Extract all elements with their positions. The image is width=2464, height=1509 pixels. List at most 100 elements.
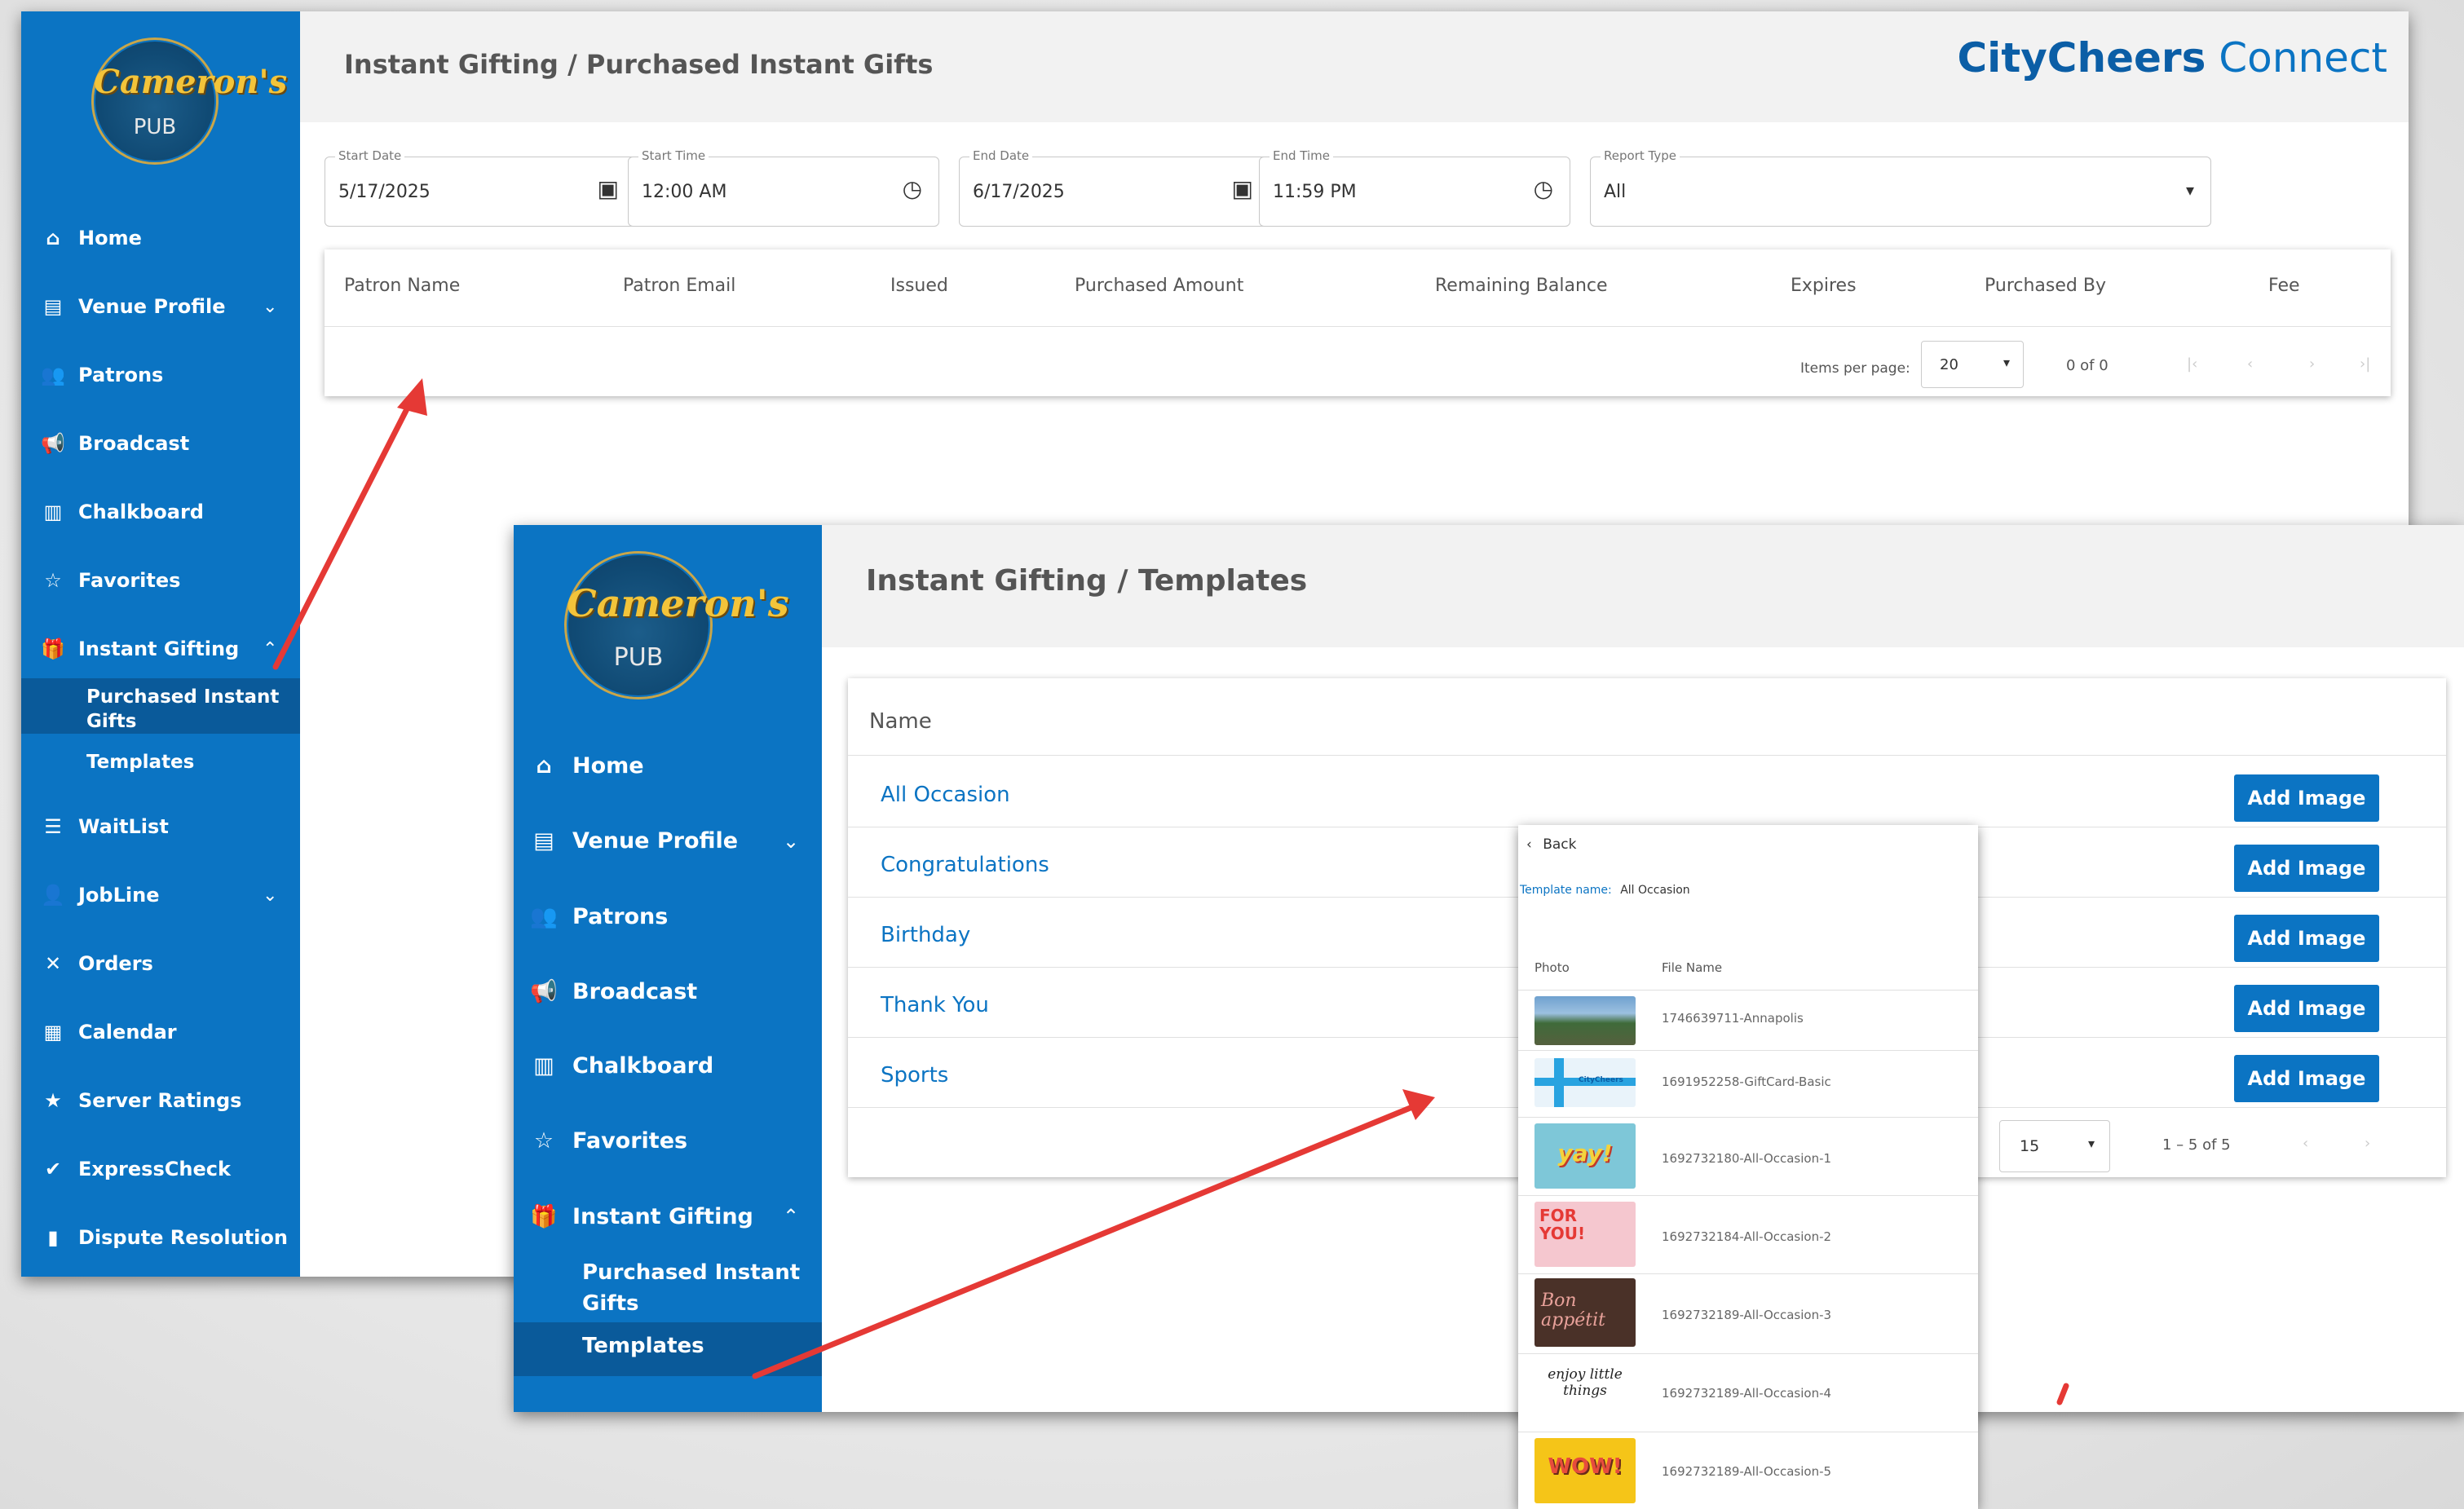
nav-home[interactable]: ⌂ Home bbox=[528, 753, 643, 779]
venue-logo: Cameron's PUB bbox=[564, 551, 789, 699]
items-per-page-select[interactable]: 15 ▾ bbox=[1999, 1120, 2110, 1172]
nav-favorites[interactable]: ☆ Favorites bbox=[528, 1128, 687, 1154]
template-name-link[interactable]: All Occasion bbox=[881, 783, 1010, 807]
back-button[interactable]: ‹ Back bbox=[1526, 836, 1577, 853]
nav-chalkboard[interactable]: ▥ Chalkboard bbox=[39, 501, 204, 523]
nav-purchased-instant-gifts[interactable]: Purchased Instant Gifts bbox=[582, 1257, 810, 1319]
header-bar: Instant Gifting / Templates bbox=[822, 525, 2464, 647]
next-page-icon[interactable]: › bbox=[2309, 355, 2315, 373]
home-icon: ⌂ bbox=[46, 227, 60, 249]
template-name-link[interactable]: Congratulations bbox=[881, 853, 1049, 877]
chevron-left-icon: ‹ bbox=[1526, 836, 1532, 853]
template-images-popup: ‹ Back Template name: All Occasion Photo… bbox=[1518, 825, 1978, 1509]
megaphone-icon: 📢 bbox=[530, 979, 558, 1004]
dropdown-arrow-icon[interactable]: ▾ bbox=[2186, 180, 2194, 200]
nav-instant-gifting[interactable]: 🎁 Instant Gifting bbox=[528, 1203, 753, 1230]
next-page-icon[interactable]: › bbox=[2365, 1135, 2370, 1152]
last-page-icon[interactable]: ›| bbox=[2360, 355, 2370, 373]
thumbnail-image[interactable]: WOW! bbox=[1534, 1438, 1636, 1503]
check-icon: ✔ bbox=[44, 1158, 62, 1180]
nav-calendar[interactable]: ▦ Calendar bbox=[39, 1021, 177, 1044]
divider bbox=[1518, 1117, 1978, 1118]
gift-icon: 🎁 bbox=[41, 638, 65, 660]
start-time-field[interactable]: Start Time 12:00 AM ◷ bbox=[628, 148, 939, 227]
report-type-select[interactable]: Report Type All ▾ bbox=[1590, 148, 2211, 227]
chevron-up-icon[interactable]: ⌃ bbox=[783, 1205, 799, 1228]
prev-page-icon[interactable]: ‹ bbox=[2303, 1135, 2308, 1152]
nav-favorites[interactable]: ☆ Favorites bbox=[39, 569, 180, 592]
items-per-page-select[interactable]: 20 ▾ bbox=[1921, 341, 2024, 388]
document-icon: ▮ bbox=[47, 1226, 59, 1249]
dropdown-arrow-icon: ▾ bbox=[2003, 355, 2010, 370]
gift-icon: 🎁 bbox=[530, 1204, 558, 1229]
nav-home[interactable]: ⌂ Home bbox=[39, 227, 141, 249]
add-image-button[interactable]: Add Image bbox=[2234, 774, 2379, 822]
first-page-icon[interactable]: |‹ bbox=[2187, 355, 2197, 373]
clock-icon[interactable]: ◷ bbox=[903, 175, 922, 202]
nav-venue-profile[interactable]: ▤ Venue Profile bbox=[39, 295, 226, 318]
thumbnail-image[interactable]: CityCheers bbox=[1534, 1058, 1636, 1107]
nav-expresscheck[interactable]: ✔ ExpressCheck bbox=[39, 1158, 231, 1180]
divider bbox=[1518, 1050, 1978, 1051]
template-name-link[interactable]: Birthday bbox=[881, 923, 970, 947]
nav-templates[interactable]: Templates bbox=[514, 1322, 822, 1376]
nav-templates[interactable]: Templates bbox=[86, 752, 194, 773]
thumbnail-image[interactable]: FOR YOU! bbox=[1534, 1202, 1636, 1267]
add-image-button[interactable]: Add Image bbox=[2234, 985, 2379, 1032]
nav-server-ratings[interactable]: ★ Server Ratings bbox=[39, 1089, 241, 1112]
chevron-down-icon[interactable]: ⌄ bbox=[263, 297, 277, 317]
add-image-button[interactable]: Add Image bbox=[2234, 915, 2379, 962]
nav-jobline[interactable]: 👤 JobLine bbox=[39, 884, 159, 907]
calendar-icon[interactable]: ▣ bbox=[1232, 175, 1253, 202]
add-image-button[interactable]: Add Image bbox=[2234, 845, 2379, 892]
add-image-button[interactable]: Add Image bbox=[2234, 1055, 2379, 1102]
header-bar: Instant Gifting / Purchased Instant Gift… bbox=[300, 11, 2409, 122]
thumbnail-image[interactable]: yay! bbox=[1534, 1123, 1636, 1189]
end-date-field[interactable]: End Date 6/17/2025 ▣ bbox=[959, 148, 1270, 227]
thumbnail-image[interactable] bbox=[1534, 996, 1636, 1045]
start-date-field[interactable]: Start Date 5/17/2025 ▣ bbox=[325, 148, 636, 227]
nav-patrons[interactable]: 👥 Patrons bbox=[528, 903, 668, 930]
divider bbox=[1518, 1353, 1978, 1354]
nav-instant-gifting[interactable]: 🎁 Instant Gifting bbox=[39, 638, 239, 660]
nav-orders[interactable]: ✕ Orders bbox=[39, 952, 153, 975]
divider bbox=[325, 326, 2391, 327]
prev-page-icon[interactable]: ‹ bbox=[2247, 355, 2253, 373]
sidebar: Cameron's PUB ⌂ Home ▤ Venue Profile ⌄ 👥… bbox=[514, 525, 822, 1412]
pagination-range: 1 – 5 of 5 bbox=[2162, 1136, 2231, 1154]
template-name: Template name: All Occasion bbox=[1520, 884, 1690, 897]
people-icon: 👥 bbox=[41, 364, 65, 386]
nav-broadcast[interactable]: 📢 Broadcast bbox=[39, 432, 189, 455]
nav-dispute-resolution[interactable]: ▮ Dispute Resolution bbox=[39, 1226, 288, 1249]
chalkboard-icon: ▥ bbox=[43, 501, 63, 523]
nav-venue-profile[interactable]: ▤ Venue Profile bbox=[528, 828, 738, 854]
chevron-down-icon[interactable]: ⌄ bbox=[783, 830, 799, 853]
calendar-icon[interactable]: ▣ bbox=[598, 175, 619, 202]
dropdown-arrow-icon: ▾ bbox=[2087, 1136, 2095, 1151]
thumbnail-image[interactable]: enjoy little things bbox=[1534, 1357, 1636, 1425]
calendar-icon: ▦ bbox=[43, 1021, 63, 1044]
storefront-icon: ▤ bbox=[533, 828, 554, 854]
nav-purchased-instant-gifts[interactable]: Purchased Instant Gifts bbox=[21, 678, 300, 734]
brand-logo: CityCheers Connect bbox=[1957, 34, 2387, 82]
divider bbox=[1518, 990, 1978, 991]
clock-icon[interactable]: ◷ bbox=[1534, 175, 1553, 202]
star-person-icon: ★ bbox=[44, 1089, 62, 1112]
chevron-down-icon[interactable]: ⌄ bbox=[263, 885, 277, 906]
divider bbox=[848, 755, 2446, 756]
nav-chalkboard[interactable]: ▥ Chalkboard bbox=[528, 1053, 713, 1079]
divider bbox=[1518, 1273, 1978, 1274]
list-icon: ☰ bbox=[44, 815, 62, 838]
thumbnail-image[interactable]: Bon appétit bbox=[1534, 1278, 1636, 1347]
template-name-link[interactable]: Thank You bbox=[881, 993, 989, 1017]
people-icon: 👥 bbox=[530, 904, 558, 929]
nav-broadcast[interactable]: 📢 Broadcast bbox=[528, 978, 697, 1005]
end-time-field[interactable]: End Time 11:59 PM ◷ bbox=[1259, 148, 1570, 227]
nav-waitlist[interactable]: ☰ WaitList bbox=[39, 815, 169, 838]
purchased-gifts-table: Patron Name Patron Email Issued Purchase… bbox=[325, 249, 2391, 396]
chalkboard-icon: ▥ bbox=[533, 1053, 554, 1079]
storefront-icon: ▤ bbox=[43, 295, 63, 318]
nav-patrons[interactable]: 👥 Patrons bbox=[39, 364, 163, 386]
template-name-link[interactable]: Sports bbox=[881, 1063, 948, 1088]
chevron-up-icon[interactable]: ⌃ bbox=[263, 639, 277, 660]
